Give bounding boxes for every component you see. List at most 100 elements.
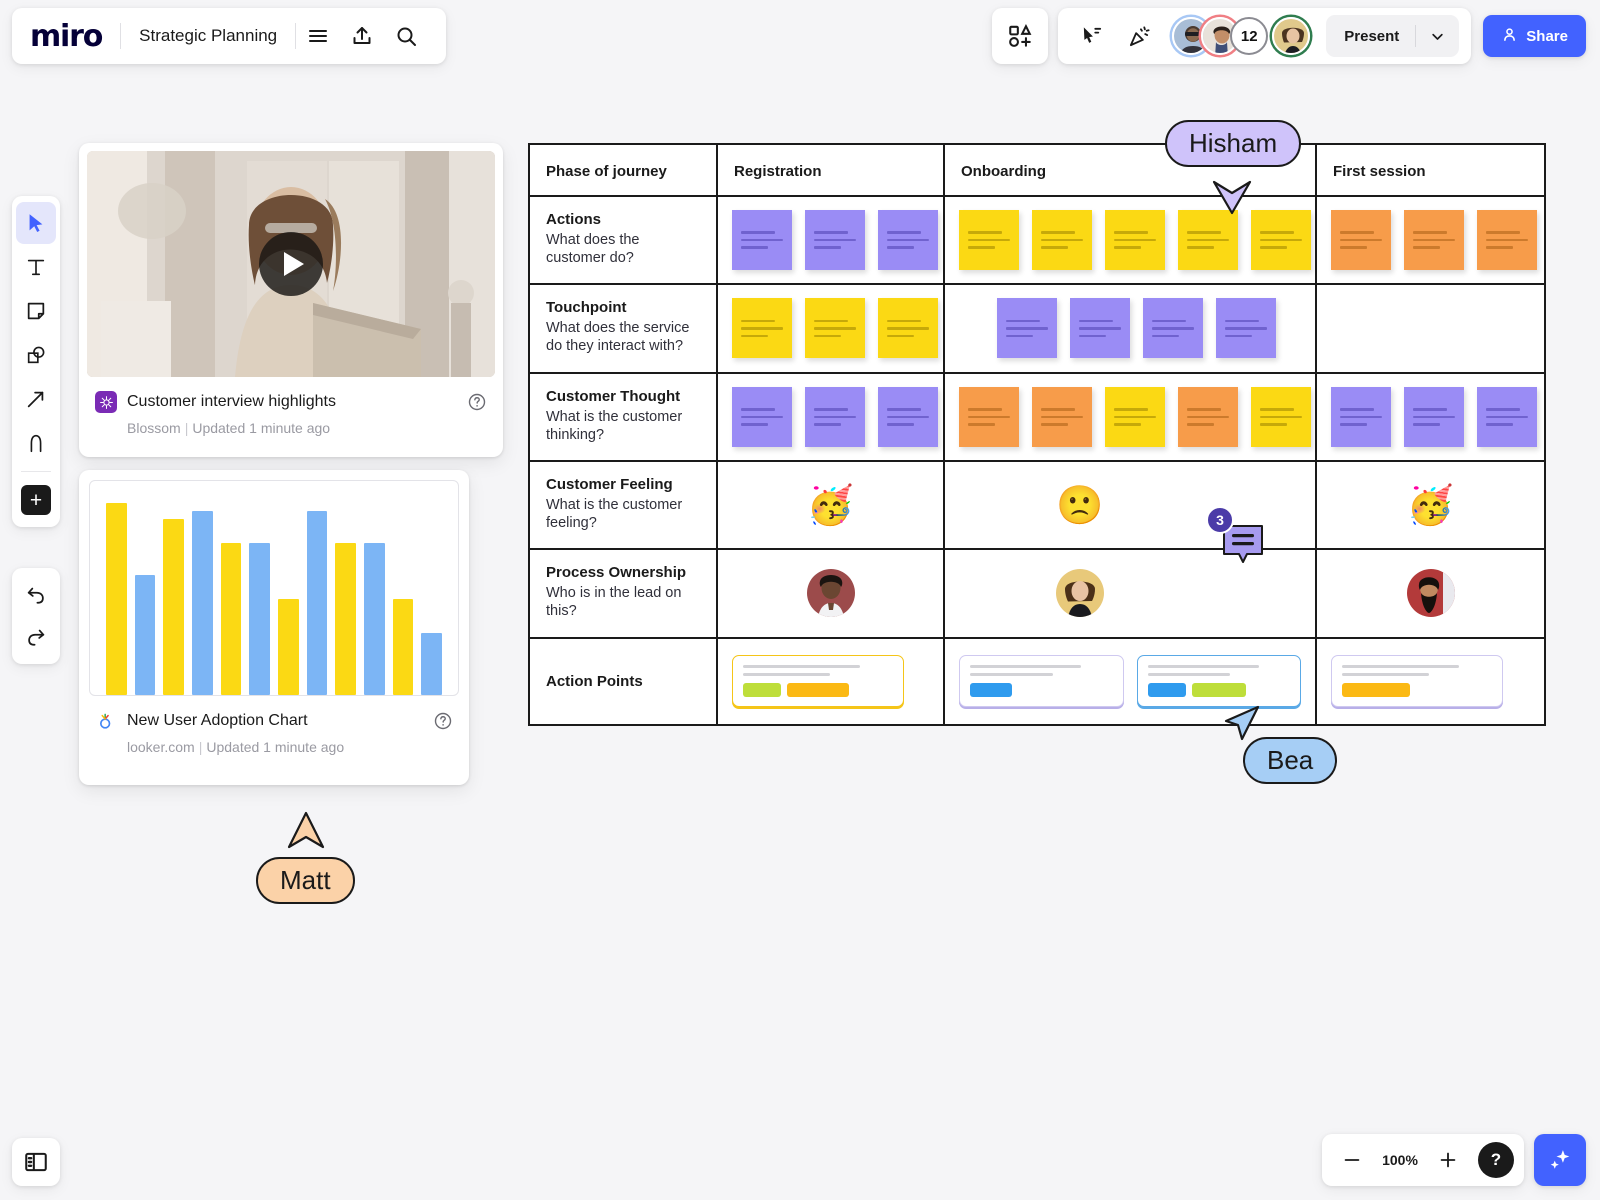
sticky-note-line <box>1260 408 1295 411</box>
avatar[interactable] <box>1272 17 1311 55</box>
avatar-first-session-owner[interactable] <box>1317 550 1544 636</box>
sticky-note[interactable] <box>1331 386 1391 447</box>
sticky-note[interactable] <box>1404 210 1464 271</box>
sparkles-icon[interactable] <box>1534 1134 1586 1186</box>
cursor-arrow-icon <box>1222 705 1262 754</box>
undo-button[interactable] <box>16 574 56 616</box>
sticky-note-line <box>1413 415 1455 419</box>
pen-tool[interactable] <box>16 422 56 464</box>
avatar-registration-owner[interactable] <box>718 550 943 636</box>
action-card[interactable] <box>1331 655 1503 708</box>
zoom-out-button[interactable] <box>1332 1140 1372 1180</box>
sticky-note[interactable] <box>732 386 792 447</box>
search-icon[interactable] <box>384 14 428 58</box>
share-button[interactable]: Share <box>1483 15 1586 57</box>
zoom-level[interactable]: 100% <box>1376 1152 1424 1168</box>
sticky-note[interactable] <box>1032 386 1092 447</box>
chart-bar <box>106 503 127 695</box>
present-control[interactable]: Present <box>1326 15 1460 57</box>
sticky-note-line <box>1340 231 1375 234</box>
notes-registration-actions[interactable] <box>718 197 943 283</box>
sticky-note[interactable] <box>1178 386 1238 447</box>
tag-amber <box>1342 683 1410 698</box>
chevron-down-icon[interactable] <box>1416 29 1459 44</box>
notes-onboarding-touchpoint[interactable] <box>945 285 1315 371</box>
more-apps-tool[interactable]: + <box>16 479 56 521</box>
sticky-note-line <box>887 238 929 242</box>
video-embed-card[interactable]: Customer interview highlights Blossom | Up… <box>79 143 503 457</box>
text-tool[interactable] <box>16 246 56 288</box>
sticky-note[interactable] <box>959 386 1019 447</box>
question-circle-icon[interactable] <box>467 392 487 412</box>
sticky-note[interactable] <box>1105 210 1165 271</box>
cursor-select-icon[interactable] <box>1070 15 1112 57</box>
sticky-note[interactable] <box>805 298 865 359</box>
shapes-tool[interactable] <box>16 334 56 376</box>
collaborator-avatars[interactable]: 12 <box>1172 17 1311 55</box>
sticky-note[interactable] <box>732 210 792 271</box>
sticky-note[interactable] <box>1331 210 1391 271</box>
sticky-note[interactable] <box>1070 298 1130 359</box>
sticky-note[interactable] <box>878 386 938 447</box>
sticky-note[interactable] <box>1143 298 1203 359</box>
emoji-registration-feeling[interactable]: 🥳 <box>718 462 943 548</box>
sticky-note[interactable] <box>1477 386 1537 447</box>
notes-first-session-thought[interactable] <box>1317 374 1544 460</box>
card-line <box>1342 673 1429 677</box>
sticky-note[interactable] <box>878 210 938 271</box>
notes-registration-touchpoint[interactable] <box>718 285 943 371</box>
notes-onboarding-actions[interactable] <box>945 197 1315 283</box>
party-popper-icon[interactable] <box>1118 15 1160 57</box>
sticky-note-line <box>1006 327 1048 330</box>
emoji-first-session-feeling[interactable]: 🥳 <box>1317 462 1544 548</box>
miro-board-canvas[interactable]: miro Strategic Planning 12 Present Share… <box>0 0 1600 1200</box>
collaborators-overflow-count[interactable]: 12 <box>1230 17 1269 55</box>
sticky-note[interactable] <box>805 386 865 447</box>
sticky-note[interactable] <box>1251 210 1311 271</box>
sticky-note-line <box>741 415 783 419</box>
sticky-note[interactable] <box>1032 210 1092 271</box>
chart-card-title[interactable]: New User Adoption Chart <box>127 712 423 730</box>
sticky-note[interactable] <box>878 298 938 359</box>
sticky-note[interactable] <box>732 298 792 359</box>
customer-journey-table[interactable]: Phase of journey Registration Onboarding… <box>528 143 1546 726</box>
notes-onboarding-thought[interactable] <box>945 374 1315 460</box>
action-card[interactable] <box>959 655 1124 708</box>
select-tool[interactable] <box>16 202 56 244</box>
shapes-grid-button[interactable] <box>992 8 1049 64</box>
notes-first-session-touchpoint[interactable] <box>1317 285 1544 371</box>
play-button-icon[interactable] <box>259 232 323 296</box>
notes-registration-thought[interactable] <box>718 374 943 460</box>
row-label-action-points: Action Points <box>546 672 643 690</box>
sticky-note[interactable] <box>1251 386 1311 447</box>
upload-icon[interactable] <box>340 14 384 58</box>
board-title[interactable]: Strategic Planning <box>121 26 295 46</box>
chart-bar <box>364 543 385 695</box>
sticky-note[interactable] <box>1404 386 1464 447</box>
help-button[interactable]: ? <box>1478 1142 1514 1178</box>
hamburger-menu-icon[interactable] <box>296 14 340 58</box>
sticky-note[interactable] <box>805 210 865 271</box>
bar-chart[interactable] <box>89 480 459 696</box>
panel-left-icon[interactable] <box>12 1138 60 1186</box>
redo-button[interactable] <box>16 616 56 658</box>
chart-embed-card[interactable]: New User Adoption Chart looker.com | Updat… <box>79 470 469 785</box>
notes-first-session-actions[interactable] <box>1317 197 1544 283</box>
sticky-note[interactable] <box>1105 386 1165 447</box>
sticky-note[interactable] <box>1477 210 1537 271</box>
video-card-title[interactable]: Customer interview highlights <box>127 393 457 411</box>
connector-tool[interactable] <box>16 378 56 420</box>
zoom-in-button[interactable] <box>1428 1140 1468 1180</box>
sticky-note[interactable] <box>1216 298 1276 359</box>
present-button[interactable]: Present <box>1326 28 1415 45</box>
video-thumbnail[interactable] <box>87 151 495 377</box>
action-card[interactable] <box>1136 655 1301 708</box>
sticky-note-line <box>1187 231 1222 234</box>
action-card[interactable] <box>732 655 904 708</box>
sticky-note[interactable] <box>959 210 1019 271</box>
sticky-note[interactable] <box>997 298 1057 359</box>
miro-logo[interactable]: miro <box>30 19 120 54</box>
question-circle-icon[interactable] <box>433 711 453 731</box>
comment-pin[interactable]: 3 <box>1206 506 1266 573</box>
sticky-note-tool[interactable] <box>16 290 56 332</box>
